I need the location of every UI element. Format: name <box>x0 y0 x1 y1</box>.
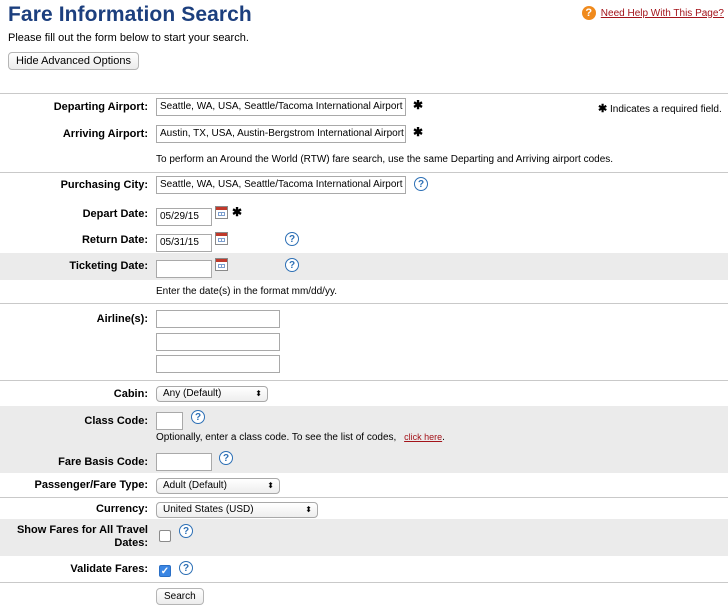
ticketing-date-label: Ticketing Date: <box>69 260 148 272</box>
currency-row: Currency: United States (USD) ⬍ <box>0 497 728 519</box>
airlines-row: Airline(s): <box>0 303 728 380</box>
show-all-dates-label: Show Fares for All Travel Dates: <box>16 524 148 549</box>
arriving-airport-input[interactable]: Austin, TX, USA, Austin-Bergstrom Intern… <box>156 125 406 143</box>
fare-basis-help-icon[interactable]: ? <box>219 451 233 465</box>
currency-label: Currency: <box>96 503 148 515</box>
return-date-input[interactable]: 05/31/15 <box>156 234 212 252</box>
required-asterisk-icon: ✱ <box>598 103 608 115</box>
ticketing-date-row: Ticketing Date: ? <box>0 253 728 280</box>
ticketing-date-help-icon[interactable]: ? <box>285 258 299 272</box>
purchasing-city-label: Purchasing City: <box>60 179 148 191</box>
airports-section: Departing Airport: Seattle, WA, USA, Sea… <box>0 93 728 172</box>
currency-selected-value: United States (USD) <box>163 504 254 515</box>
check-icon: ✓ <box>160 565 170 577</box>
cabin-label: Cabin: <box>113 388 148 400</box>
passenger-type-row: Passenger/Fare Type: Adult (Default) ⬍ <box>0 473 728 497</box>
validate-fares-checkbox[interactable]: ✓ <box>159 565 171 577</box>
departing-airport-label: Departing Airport: <box>53 101 148 113</box>
help-circle-icon: ? <box>581 6 596 20</box>
class-code-label: Class Code: <box>84 415 148 427</box>
passenger-type-label: Passenger/Fare Type: <box>34 479 148 491</box>
date-format-note: Enter the date(s) in the format mm/dd/yy… <box>156 286 337 297</box>
help-link-text[interactable]: Need Help With This Page? <box>601 8 724 19</box>
class-code-note: Optionally, enter a class code. To see t… <box>156 432 445 443</box>
required-asterisk-icon: ✱ <box>413 98 424 112</box>
hide-advanced-options-button[interactable]: Hide Advanced Options <box>8 52 139 70</box>
page-subtitle: Please fill out the form below to start … <box>8 32 249 44</box>
fare-search-form: Departing Airport: Seattle, WA, USA, Sea… <box>0 93 728 608</box>
search-row: Search <box>0 582 728 608</box>
date-format-row: Enter the date(s) in the format mm/dd/yy… <box>0 280 728 303</box>
depart-date-row: Depart Date: 05/29/15 ✱ <box>0 199 728 226</box>
fare-basis-label: Fare Basis Code: <box>58 456 148 468</box>
class-code-note-end: . <box>442 432 445 443</box>
select-arrow-icon: ⬍ <box>305 505 312 514</box>
cabin-row: Cabin: Any (Default) ⬍ <box>0 380 728 406</box>
class-code-list-link[interactable]: click here <box>404 432 442 442</box>
cabin-select[interactable]: Any (Default) ⬍ <box>156 386 268 402</box>
return-date-help-icon[interactable]: ? <box>285 232 299 246</box>
class-code-note-text: Optionally, enter a class code. To see t… <box>156 432 397 443</box>
purchasing-city-input[interactable]: Seattle, WA, USA, Seattle/Tacoma Interna… <box>156 176 406 194</box>
required-field-note: ✱ Indicates a required field. <box>598 102 722 115</box>
airline-input-2[interactable] <box>156 333 280 351</box>
airlines-label: Airline(s): <box>96 313 148 325</box>
purchasing-city-row: Purchasing City: Seattle, WA, USA, Seatt… <box>0 172 728 199</box>
class-code-input[interactable] <box>156 412 183 430</box>
page-title: Fare Information Search <box>8 3 252 26</box>
airline-input-1[interactable] <box>156 310 280 328</box>
purchasing-city-help-icon[interactable]: ? <box>414 177 428 191</box>
ticketing-date-calendar-icon[interactable] <box>215 258 228 271</box>
ticketing-date-input[interactable] <box>156 260 212 278</box>
show-all-dates-row: Show Fares for All Travel Dates: ? <box>0 519 728 556</box>
fare-basis-row: Fare Basis Code: ? <box>0 449 728 473</box>
depart-date-label: Depart Date: <box>82 208 148 220</box>
rtw-note: To perform an Around the World (RTW) far… <box>156 154 614 165</box>
validate-fares-row: Validate Fares: ✓ ? <box>0 556 728 582</box>
required-note-text: Indicates a required field. <box>610 104 722 115</box>
search-button[interactable]: Search <box>156 588 204 605</box>
required-asterisk-icon: ✱ <box>232 205 243 219</box>
required-asterisk-icon: ✱ <box>413 125 424 139</box>
return-date-label: Return Date: <box>81 234 148 246</box>
select-arrow-icon: ⬍ <box>255 389 262 398</box>
show-all-dates-checkbox[interactable] <box>159 530 171 542</box>
help-link[interactable]: ? Need Help With This Page? <box>581 6 724 20</box>
validate-fares-help-icon[interactable]: ? <box>179 561 193 575</box>
arriving-airport-label: Arriving Airport: <box>62 128 148 140</box>
depart-date-calendar-icon[interactable] <box>215 206 228 219</box>
show-all-dates-help-icon[interactable]: ? <box>179 524 193 538</box>
cabin-selected-value: Any (Default) <box>163 388 222 399</box>
select-arrow-icon: ⬍ <box>267 481 274 490</box>
passenger-type-select[interactable]: Adult (Default) ⬍ <box>156 478 280 494</box>
fare-basis-input[interactable] <box>156 453 212 471</box>
class-code-row: Class Code: ? Optionally, enter a class … <box>0 406 728 449</box>
departing-airport-input[interactable]: Seattle, WA, USA, Seattle/Tacoma Interna… <box>156 98 406 116</box>
return-date-calendar-icon[interactable] <box>215 232 228 245</box>
validate-fares-label: Validate Fares: <box>70 563 148 575</box>
passenger-type-selected-value: Adult (Default) <box>163 480 227 491</box>
airline-input-3[interactable] <box>156 355 280 373</box>
depart-date-input[interactable]: 05/29/15 <box>156 208 212 226</box>
currency-select[interactable]: United States (USD) ⬍ <box>156 502 318 518</box>
return-date-row: Return Date: 05/31/15 ? <box>0 226 728 253</box>
class-code-help-icon[interactable]: ? <box>191 410 205 424</box>
